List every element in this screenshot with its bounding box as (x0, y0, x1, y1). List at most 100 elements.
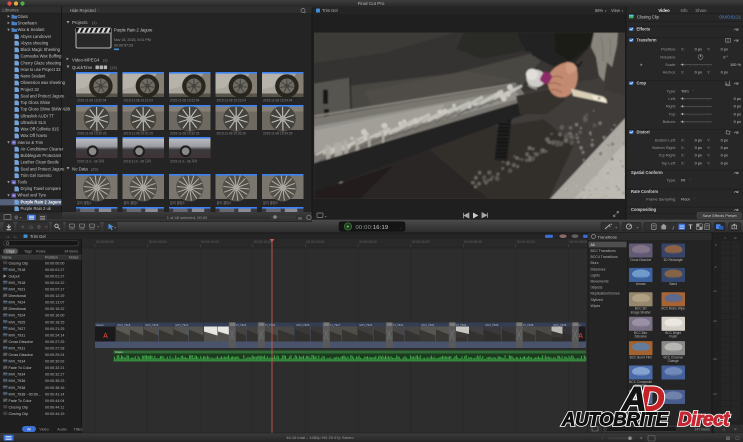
svg-text:00:00:01:27: 00:00:01:27 (45, 274, 64, 278)
svg-text:Stylized: Stylized (591, 298, 603, 302)
svg-text:00:00:35:00: 00:00:35:00 (464, 240, 482, 244)
svg-text:(3): (3) (103, 59, 108, 63)
svg-text:-30: -30 (712, 357, 716, 361)
svg-text:Titles: Titles (74, 428, 83, 432)
svg-text:Libraries: Libraries (3, 8, 19, 13)
svg-text:Trim Gel Sorento: Trim Gel Sorento (21, 173, 53, 178)
svg-text:Flash: Flash (669, 335, 677, 339)
svg-text:▤: ▤ (726, 436, 731, 441)
svg-text:00:00:57:29: 00:00:57:29 (114, 44, 133, 48)
svg-text:Projects: Projects (72, 20, 88, 25)
svg-text:Closing Clip: Closing Clip (9, 261, 29, 265)
svg-text:Tools: Tools (18, 180, 28, 185)
svg-text:0 px: 0 px (721, 145, 728, 150)
svg-text:00:00:27:28: 00:00:27:28 (45, 346, 64, 350)
svg-text:Type:: Type: (666, 178, 676, 183)
svg-text:Top Gloss Shine BMW 428i: Top Gloss Shine BMW 428i (21, 107, 71, 112)
svg-text:MVI_7918: MVI_7918 (146, 323, 159, 327)
svg-text:2015-11-08 19:22:04: 2015-11-08 19:22:04 (170, 99, 200, 103)
svg-text:Type:: Type: (666, 88, 676, 93)
svg-text:분리 클립2: 분리 클립2 (124, 200, 139, 205)
svg-text:00:00:15:00: 00:00:15:00 (254, 240, 272, 244)
svg-text:2015-11-0...08 자막: 2015-11-0...08 자막 (124, 159, 151, 164)
svg-text:00:00:20:00: 00:00:20:00 (306, 240, 324, 244)
svg-text:Wax & Sealant: Wax & Sealant (18, 27, 46, 32)
svg-text:T: T (689, 224, 693, 231)
svg-text:0:05: 0:05 (80, 228, 85, 231)
svg-text:QuickTime: QuickTime (72, 65, 93, 70)
svg-text:Abyss Landrover: Abyss Landrover (21, 34, 52, 39)
svg-text:Project 32: Project 32 (21, 87, 40, 92)
svg-text:MVI_7918: MVI_7918 (9, 281, 26, 285)
svg-text:View: View (611, 8, 620, 13)
svg-text:00:00:30:00: 00:00:30:00 (412, 240, 430, 244)
svg-text:00:00:45:00: 00:00:45:00 (569, 240, 587, 244)
svg-text:Right:: Right: (666, 104, 676, 109)
svg-text:0 px: 0 px (734, 111, 741, 116)
svg-text:MVI_7934: MVI_7934 (9, 373, 26, 377)
svg-text:00:00:12:29: 00:00:12:29 (45, 294, 64, 298)
svg-text:00:00:30:02: 00:00:30:02 (45, 360, 64, 364)
svg-text:MVI_7938: MVI_7938 (554, 323, 567, 327)
svg-text:▢: ▢ (735, 436, 740, 441)
svg-text:Wheel and Tyre: Wheel and Tyre (18, 193, 47, 198)
svg-text:Black Magic Sheeting: Black Magic Sheeting (21, 47, 61, 52)
svg-text:MVI_7936: MVI_7936 (9, 379, 26, 383)
svg-text:A: A (4, 405, 6, 409)
svg-text:X:: X: (681, 153, 685, 158)
svg-text:★: ★ (12, 180, 15, 184)
svg-text:분리 클립1: 분리 클립1 (77, 200, 92, 205)
svg-text:MVI_7931: MVI_7931 (9, 333, 26, 337)
svg-text:00:00:18:25: 00:00:18:25 (45, 320, 64, 324)
svg-text:0 px: 0 px (695, 137, 702, 142)
svg-text:Transform: Transform (637, 38, 657, 43)
svg-text:Output: Output (115, 350, 123, 354)
svg-text:00:00:25:00: 00:00:25:00 (359, 240, 377, 244)
svg-text:Replication/Clones: Replication/Clones (591, 292, 620, 296)
svg-text:⌃: ⌃ (692, 89, 695, 93)
svg-text:Fade To Color: Fade To Color (9, 366, 33, 370)
svg-text:MVI_7938: MVI_7938 (9, 386, 26, 390)
svg-text:X:: X: (681, 47, 685, 52)
svg-text:분리 클립3: 분리 클립3 (170, 200, 185, 205)
svg-text:Save Effects Preset: Save Effects Preset (702, 213, 737, 218)
svg-text:0:00: 0:00 (70, 228, 75, 231)
svg-text:MVI_7921: MVI_7921 (9, 288, 26, 292)
svg-text:MVI_7921: MVI_7921 (176, 323, 189, 327)
svg-text:3D Rectangle: 3D Rectangle (664, 258, 684, 262)
svg-text:00:00:13:07: 00:00:13:07 (45, 301, 64, 305)
svg-text:★: ★ (12, 141, 15, 145)
svg-text:(13): (13) (110, 66, 117, 70)
svg-text:Abyss sheeting: Abyss sheeting (21, 40, 49, 45)
svg-text:Position:: Position: (661, 47, 676, 52)
svg-text:Position: Position (45, 256, 58, 260)
svg-text:MVI_7934: MVI_7934 (9, 360, 26, 364)
svg-text:BCC4 Transitions: BCC4 Transitions (591, 255, 618, 259)
svg-text:Y:: Y: (707, 70, 710, 75)
svg-text:Top:: Top: (669, 111, 676, 116)
svg-text:MVI_7918: MVI_7918 (9, 268, 26, 272)
svg-text:Y:: Y: (707, 160, 710, 165)
svg-text:00:00:16:19: 00:00:16:19 (356, 225, 389, 231)
svg-text:00:00:15:22: 00:00:15:22 (45, 307, 64, 311)
svg-text:Tags: Tags (24, 250, 32, 254)
svg-text:Cross Dissolve: Cross Dissolve (630, 258, 651, 262)
svg-text:2015-11-08 19:21:04: 2015-11-08 19:21:04 (124, 99, 154, 103)
svg-text:Share: Share (695, 8, 707, 13)
svg-text:Drying Towel compare: Drying Towel compare (21, 186, 62, 191)
svg-text:Purple Rain 2 Jagure: Purple Rain 2 Jagure (21, 199, 62, 204)
svg-text:-40: -40 (712, 392, 716, 396)
svg-text:Interior & Trim: Interior & Trim (18, 140, 44, 145)
svg-text:Ultraslick AUDI TT: Ultraslick AUDI TT (21, 113, 55, 118)
svg-text:0 px: 0 px (695, 153, 702, 158)
svg-text:0 px: 0 px (695, 160, 702, 165)
svg-text:Notes: Notes (69, 256, 79, 260)
svg-text:Audio: Audio (57, 428, 66, 432)
svg-text:2015-11-08 19:31:25: 2015-11-08 19:31:25 (124, 132, 154, 136)
svg-text:2015-11-0...08 자막: 2015-11-0...08 자막 (170, 159, 197, 164)
svg-text:Video: Video (658, 8, 670, 13)
svg-text:00:00:38:16: 00:00:38:16 (45, 386, 64, 390)
svg-text:Closing Clip: Closing Clip (9, 412, 29, 416)
svg-text:MVI_7931: MVI_7931 (360, 323, 373, 327)
svg-text:Arrows: Arrows (636, 282, 646, 286)
